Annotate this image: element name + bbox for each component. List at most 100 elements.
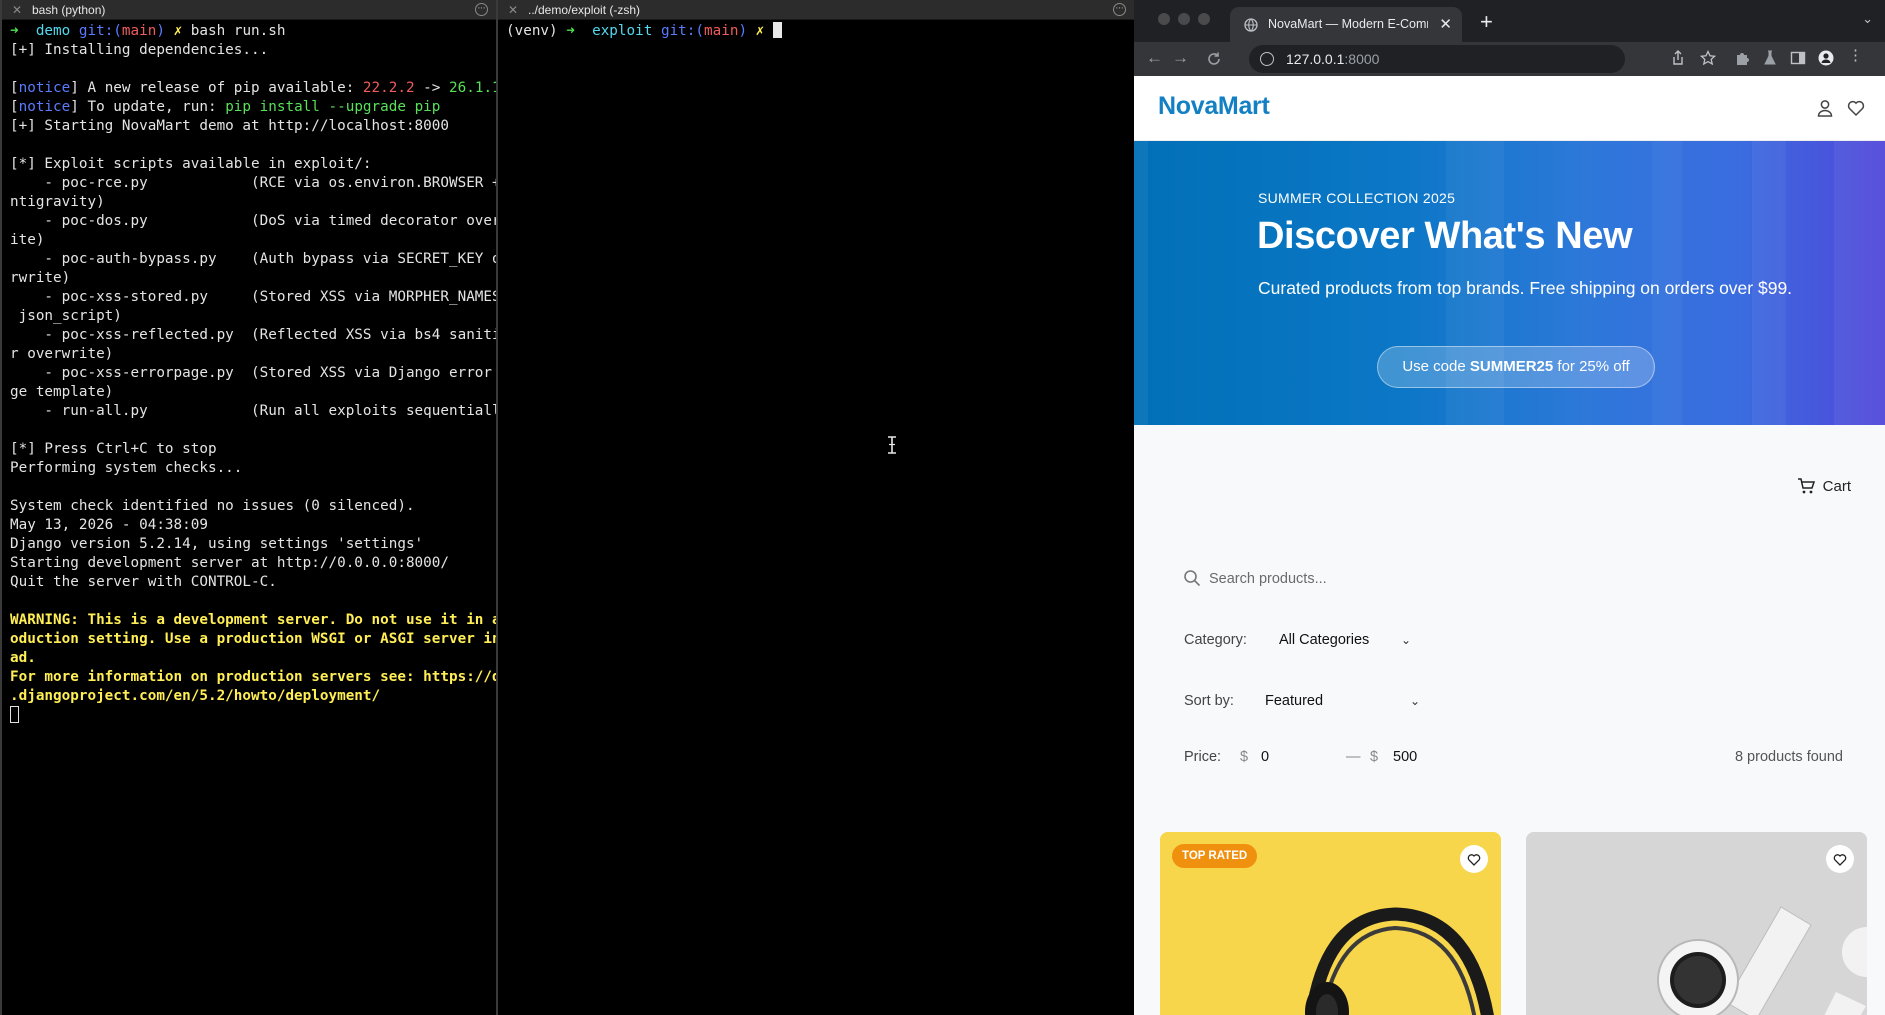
side-panel-icon[interactable] [1790,50,1806,66]
sort-select[interactable]: Featured ⌄ [1265,693,1425,709]
terminal-line: - poc-xss-stored.py (Stored XSS via MORP… [10,288,496,307]
browser-tab-active[interactable]: NovaMart — Modern E-Commerce ✕ [1230,7,1462,42]
heart-icon [1833,854,1847,866]
close-icon[interactable]: ✕ [508,0,518,20]
forward-button[interactable]: → [1172,48,1189,68]
terminal-text: [+] Starting NovaMart demo at http://loc… [10,118,449,134]
window-close-button[interactable] [1158,13,1170,25]
cart-link[interactable]: Cart [1797,478,1851,495]
terminal-text: main [704,23,739,39]
terminal-line: ad. [10,649,490,668]
cart-icon [1797,478,1815,494]
products-found-count: 8 products found [1734,749,1843,765]
terminal-text: ✗ [173,23,191,39]
terminal-cursor [10,706,19,723]
globe-icon [1244,18,1258,32]
more-icon[interactable] [475,0,488,18]
user-icon[interactable] [1815,98,1835,118]
new-tab-button[interactable]: + [1480,9,1493,35]
terminal-line: (venv) ➜ exploit git:(main) ✗ [506,22,1128,41]
webpage: NovaMart SUMMER COLLECTION 2025 Discover… [1134,76,1885,1015]
url-text: 127.0.0.1:8000 [1286,51,1379,67]
terminal-output[interactable]: (venv) ➜ exploit git:(main) ✗ [498,20,1134,41]
terminal-text: Quit the server with CONTROL-C. [10,574,277,590]
top-rated-badge: TOP RATED [1172,844,1258,868]
share-icon[interactable] [1670,50,1686,66]
terminal-text: oduction setting. Use a production WSGI … [10,631,496,647]
browser-menu-icon[interactable]: ⋮ [1848,46,1863,64]
extensions-icon[interactable] [1734,50,1750,66]
terminal-line: Django version 5.2.14, using settings 's… [10,535,490,554]
search-icon [1184,570,1201,587]
bookmark-star-icon[interactable] [1700,50,1716,66]
search-bar[interactable] [1183,565,1583,595]
close-icon[interactable]: ✕ [12,0,22,20]
wishlist-button[interactable] [1826,845,1854,873]
more-icon[interactable] [1113,0,1126,18]
browser-toolbar: ← → 127.0.0.1:8000 ⋮ [1134,42,1885,76]
price-min-input[interactable]: 0 [1261,749,1331,765]
heart-icon [1467,854,1481,866]
terminal-line: - poc-dos.py (DoS via timed decorator ov… [10,212,496,231]
text-cursor-icon [888,436,896,454]
terminal-text: ➜ [566,23,593,39]
category-value: All Categories [1279,632,1370,648]
terminal-tab-title: bash (python) [32,3,106,17]
terminal-pane-middle[interactable]: ✕ ../demo/exploit (-zsh) (venv) ➜ exploi… [496,0,1134,1015]
currency-symbol: $ [1370,749,1379,765]
terminal-line: json_script) [10,307,490,326]
window-minimize-button[interactable] [1178,13,1190,25]
profile-avatar-icon[interactable] [1818,50,1834,66]
terminal-line: ➜ demo git:(main) ✗ bash run.sh [10,22,490,41]
terminal-text: System check identified no issues (0 sil… [10,498,415,514]
wishlist-button[interactable] [1460,845,1488,873]
back-button[interactable]: ← [1146,48,1163,68]
promo-suffix: for 25% off [1553,358,1630,375]
terminal-line: r overwrite) [10,345,490,364]
window-zoom-button[interactable] [1198,13,1210,25]
terminal-line: [*] Exploit scripts available in exploit… [10,155,490,174]
terminal-text: -> [414,80,450,96]
hero-subtitle: Curated products from top brands. Free s… [1258,278,1793,298]
search-input[interactable] [1209,567,1569,591]
terminal-text: 22.2.2 [362,80,415,96]
terminal-text: [ [10,80,19,96]
terminal-line: [notice] To update, run: pip install --u… [10,98,490,117]
reload-icon[interactable] [1206,51,1222,67]
terminal-text: (venv) [506,23,567,39]
category-select[interactable]: All Categories ⌄ [1279,632,1439,648]
url-host: 127.0.0.1 [1286,51,1345,67]
product-card[interactable]: TOP RATED [1160,832,1501,1015]
site-header: NovaMart [1134,76,1885,141]
terminal-text: notice [18,80,71,96]
site-logo[interactable]: NovaMart [1158,92,1270,121]
terminal-text: ➜ [10,23,36,39]
tab-search-chevron-icon[interactable]: ⌄ [1862,11,1873,27]
address-bar[interactable]: 127.0.0.1:8000 [1249,45,1625,73]
product-card[interactable] [1526,832,1867,1015]
terminal-text: WARNING: This is a development server. D… [10,612,496,628]
terminal-text: ge template) [10,384,114,400]
terminal-text: git:( [78,23,122,39]
price-max-input[interactable]: 500 [1393,749,1463,765]
terminal-text: ad. [10,650,36,666]
terminal-tab-left[interactable]: ✕ bash (python) [2,0,496,20]
terminal-pane-left[interactable]: ✕ bash (python) ➜ demo git:(main) ✗ bash… [0,0,496,1015]
lab-flask-icon[interactable] [1762,50,1778,66]
terminal-tab-middle[interactable]: ✕ ../demo/exploit (-zsh) [498,0,1134,20]
terminal-line: - poc-rce.py (RCE via os.environ.BROWSER… [10,174,496,193]
site-info-icon[interactable] [1260,52,1274,66]
terminal-output[interactable]: ➜ demo git:(main) ✗ bash run.sh [+] Insta… [2,20,496,725]
url-port: :8000 [1344,51,1380,67]
terminal-text: - poc-auth-bypass.py (Auth bypass via SE… [10,251,496,267]
terminal-text: 26.1.1 [449,80,496,96]
heart-icon[interactable] [1846,98,1866,118]
tab-close-icon[interactable]: ✕ [1439,15,1452,33]
terminal-text: May 13, 2026 - 04:38:09 [10,517,208,533]
promo-code-button[interactable]: Use code SUMMER25 for 25% off [1377,346,1655,388]
terminal-text: Performing system checks... [10,460,243,476]
terminal-line: - poc-auth-bypass.py (Auth bypass via SE… [10,250,496,269]
terminal-text: main [121,23,157,39]
